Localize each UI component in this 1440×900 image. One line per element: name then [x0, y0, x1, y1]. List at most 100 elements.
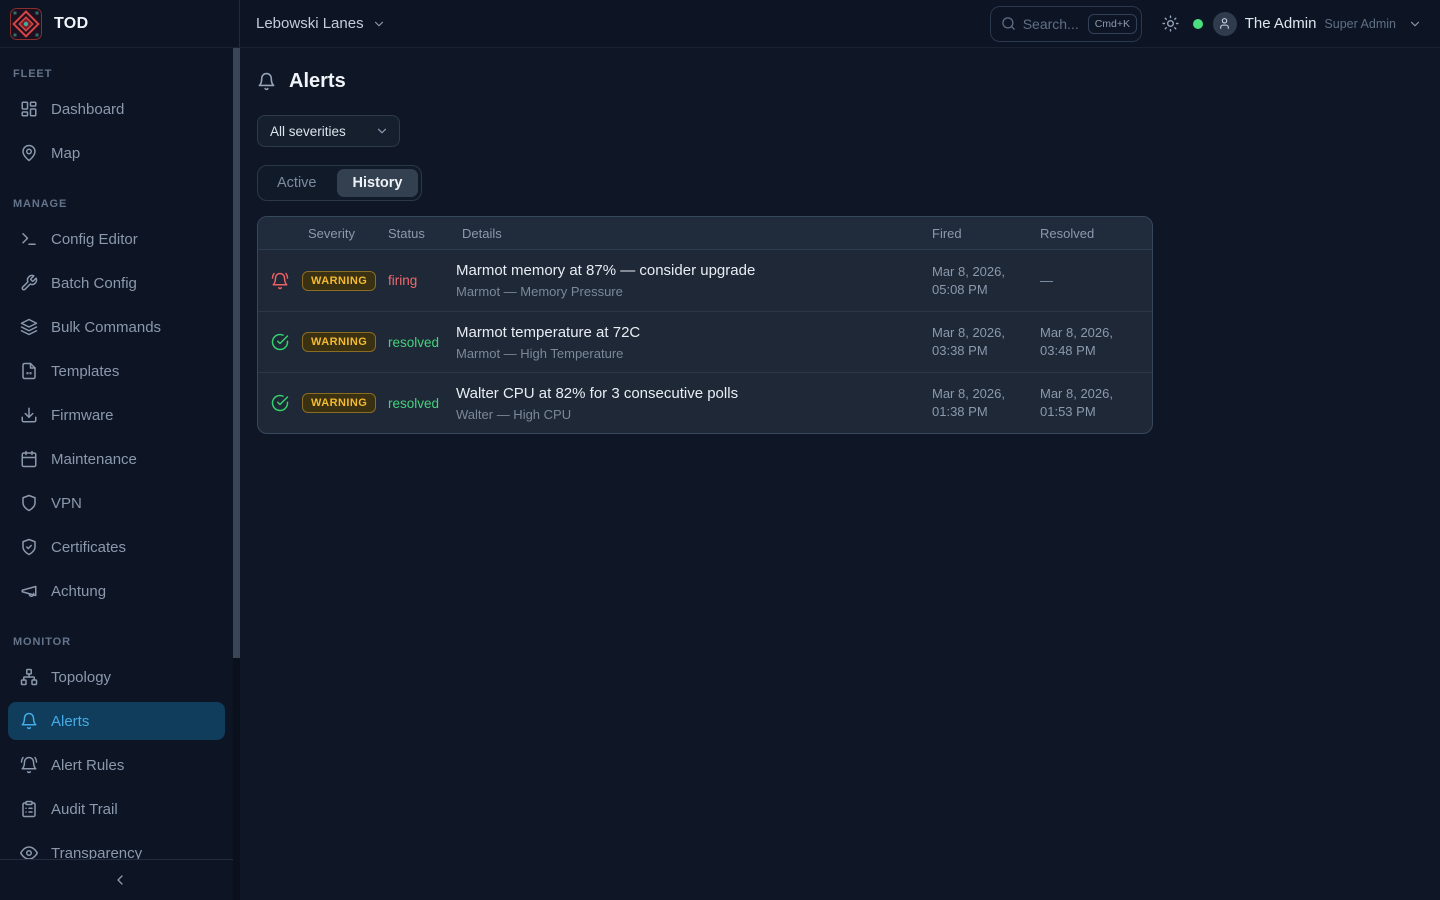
sidebar-item-templates[interactable]: Templates: [8, 352, 225, 390]
column-header-status: Status: [382, 226, 456, 241]
connection-status-dot: [1193, 19, 1203, 29]
sidebar-collapse-button[interactable]: [102, 868, 138, 892]
sidebar-item-maintenance[interactable]: Maintenance: [8, 440, 225, 478]
sidebar-nav: FLEET Dashboard Map MANAGE Config Editor…: [0, 48, 240, 859]
status-text: resolved: [382, 335, 456, 350]
sidebar-item-topology[interactable]: Topology: [8, 658, 225, 696]
search-box[interactable]: Cmd+K: [990, 6, 1142, 42]
sidebar-item-audit-trail[interactable]: Audit Trail: [8, 790, 225, 828]
fired-timestamp: Mar 8, 2026, 01:38 PM: [926, 385, 1034, 420]
sidebar-item-label: VPN: [51, 495, 82, 512]
status-text: firing: [382, 273, 456, 288]
sidebar-item-alert-rules[interactable]: Alert Rules: [8, 746, 225, 784]
user-role: Super Admin: [1324, 17, 1396, 31]
check-circle-icon: [271, 333, 289, 351]
table-header-row: Severity Status Details Fired Resolved: [258, 217, 1152, 250]
sidebar-item-achtung[interactable]: Achtung: [8, 572, 225, 610]
sidebar-item-label: Topology: [51, 669, 111, 686]
alert-title: Marmot memory at 87% — consider upgrade: [456, 262, 926, 279]
sidebar-item-label: Maintenance: [51, 451, 137, 468]
org-switcher[interactable]: Lebowski Lanes: [256, 15, 386, 32]
sidebar-scrollbar-thumb[interactable]: [233, 48, 240, 658]
alert-subtitle: Marmot — High Temperature: [456, 346, 926, 361]
sidebar-item-batch-config[interactable]: Batch Config: [8, 264, 225, 302]
table-row[interactable]: WARNING firing Marmot memory at 87% — co…: [258, 250, 1152, 311]
sidebar-item-firmware[interactable]: Firmware: [8, 396, 225, 434]
user-menu[interactable]: The Admin Super Admin: [1213, 12, 1422, 36]
sidebar-item-label: Audit Trail: [51, 801, 118, 818]
sidebar-item-bulk-commands[interactable]: Bulk Commands: [8, 308, 225, 346]
sidebar-item-vpn[interactable]: VPN: [8, 484, 225, 522]
alerts-table: Severity Status Details Fired Resolved W…: [257, 216, 1153, 434]
topbar: TOD Lebowski Lanes Cmd+K The Admin Super…: [0, 0, 1440, 48]
bell-icon: [257, 72, 276, 91]
map-pin-icon: [20, 144, 38, 162]
sidebar-item-label: Alerts: [51, 713, 89, 730]
dashboard-icon: [20, 100, 38, 118]
alert-subtitle: Walter — High CPU: [456, 407, 926, 422]
column-header-resolved: Resolved: [1034, 226, 1152, 241]
sidebar: FLEET Dashboard Map MANAGE Config Editor…: [0, 48, 240, 900]
table-row[interactable]: WARNING resolved Walter CPU at 82% for 3…: [258, 372, 1152, 433]
status-text: resolved: [382, 396, 456, 411]
severity-badge: WARNING: [302, 271, 376, 291]
shield-icon: [20, 494, 38, 512]
brand-name: TOD: [54, 15, 88, 33]
alerts-view-tabs: Active History: [257, 165, 422, 201]
user-icon: [1218, 17, 1231, 30]
sidebar-footer: [0, 859, 240, 900]
eye-icon: [20, 844, 38, 859]
clipboard-list-icon: [20, 800, 38, 818]
calendar-icon: [20, 450, 38, 468]
sidebar-item-label: Transparency: [51, 845, 142, 860]
layers-icon: [20, 318, 38, 336]
chevron-left-icon: [112, 872, 128, 888]
severity-filter-value: All severities: [270, 124, 346, 139]
network-icon: [20, 668, 38, 686]
main-content: Alerts All severities Active History Sev…: [240, 48, 1440, 900]
page-header: Alerts: [257, 70, 1440, 93]
sidebar-item-map[interactable]: Map: [8, 134, 225, 172]
sidebar-item-dashboard[interactable]: Dashboard: [8, 90, 225, 128]
severity-badge: WARNING: [302, 393, 376, 413]
sidebar-item-label: Map: [51, 145, 80, 162]
search-icon: [1001, 16, 1016, 31]
column-header-fired: Fired: [926, 226, 1034, 241]
search-input[interactable]: [1023, 16, 1081, 32]
tab-history[interactable]: History: [337, 169, 419, 197]
user-name: The Admin: [1245, 15, 1317, 32]
megaphone-icon: [20, 582, 38, 600]
sidebar-scrollbar[interactable]: [233, 48, 240, 900]
resolved-timestamp: Mar 8, 2026, 01:53 PM: [1034, 385, 1152, 420]
severity-badge: WARNING: [302, 332, 376, 352]
sidebar-item-certificates[interactable]: Certificates: [8, 528, 225, 566]
theme-toggle-button[interactable]: [1156, 9, 1185, 38]
sidebar-item-config-editor[interactable]: Config Editor: [8, 220, 225, 258]
alert-title: Walter CPU at 82% for 3 consecutive poll…: [456, 385, 926, 402]
table-row[interactable]: WARNING resolved Marmot temperature at 7…: [258, 311, 1152, 372]
tab-active[interactable]: Active: [261, 169, 333, 197]
sidebar-item-label: Firmware: [51, 407, 114, 424]
sidebar-item-label: Bulk Commands: [51, 319, 161, 336]
shield-check-icon: [20, 538, 38, 556]
sidebar-item-label: Alert Rules: [51, 757, 124, 774]
severity-filter-select[interactable]: All severities: [257, 115, 400, 147]
chevron-down-icon: [372, 17, 386, 31]
alert-title: Marmot temperature at 72C: [456, 324, 926, 341]
sidebar-item-label: Templates: [51, 363, 119, 380]
fired-timestamp: Mar 8, 2026, 03:38 PM: [926, 324, 1034, 359]
bell-ring-icon: [20, 756, 38, 774]
sidebar-item-transparency[interactable]: Transparency: [8, 834, 225, 859]
bell-ring-icon: [271, 272, 289, 290]
page-title: Alerts: [289, 70, 346, 93]
column-header-details: Details: [456, 226, 926, 241]
sidebar-item-alerts[interactable]: Alerts: [8, 702, 225, 740]
sidebar-item-label: Batch Config: [51, 275, 137, 292]
alert-subtitle: Marmot — Memory Pressure: [456, 284, 926, 299]
sidebar-item-label: Config Editor: [51, 231, 138, 248]
column-header-severity: Severity: [302, 226, 382, 241]
bell-icon: [20, 712, 38, 730]
file-icon: [20, 362, 38, 380]
search-shortcut-badge: Cmd+K: [1088, 14, 1137, 34]
resolved-timestamp: —: [1034, 272, 1152, 290]
